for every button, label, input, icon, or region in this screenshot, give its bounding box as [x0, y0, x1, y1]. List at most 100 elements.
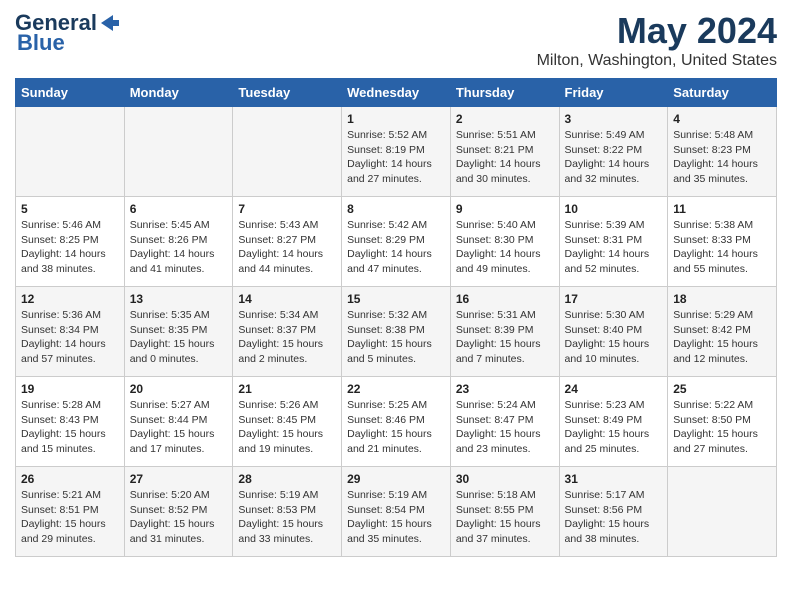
day-number: 31 [565, 472, 663, 486]
day-info: Sunrise: 5:42 AM Sunset: 8:29 PM Dayligh… [347, 218, 445, 277]
day-number: 2 [456, 112, 554, 126]
day-number: 19 [21, 382, 119, 396]
day-number: 14 [238, 292, 336, 306]
calendar-cell: 11 Sunrise: 5:38 AM Sunset: 8:33 PM Dayli… [668, 197, 777, 287]
day-info: Sunrise: 5:25 AM Sunset: 8:46 PM Dayligh… [347, 398, 445, 457]
weekday-header-sunday: Sunday [16, 79, 125, 107]
day-info: Sunrise: 5:36 AM Sunset: 8:34 PM Dayligh… [21, 308, 119, 367]
calendar-cell: 6Sunrise: 5:45 AM Sunset: 8:26 PM Daylig… [124, 197, 233, 287]
day-info: Sunrise: 5:52 AM Sunset: 8:19 PM Dayligh… [347, 128, 445, 187]
calendar-week-row: 1 Sunrise: 5:52 AM Sunset: 8:19 PM Daylig… [16, 107, 777, 197]
day-info: Sunrise: 5:21 AM Sunset: 8:51 PM Dayligh… [21, 488, 119, 547]
calendar-subtitle: Milton, Washington, United States [537, 52, 777, 70]
day-number: 25 [673, 382, 771, 396]
day-info: Sunrise: 5:43 AM Sunset: 8:27 PM Dayligh… [238, 218, 336, 277]
calendar-cell [16, 107, 125, 197]
day-number: 9 [456, 202, 554, 216]
calendar-cell: 28Sunrise: 5:19 AM Sunset: 8:53 PM Dayli… [233, 467, 342, 557]
day-info: Sunrise: 5:51 AM Sunset: 8:21 PM Dayligh… [456, 128, 554, 187]
calendar-cell: 4 Sunrise: 5:48 AM Sunset: 8:23 PM Daylig… [668, 107, 777, 197]
day-number: 6 [130, 202, 228, 216]
calendar-week-row: 12 Sunrise: 5:36 AM Sunset: 8:34 PM Dayli… [16, 287, 777, 377]
calendar-cell: 31 Sunrise: 5:17 AM Sunset: 8:56 PM Dayli… [559, 467, 668, 557]
calendar-cell: 1 Sunrise: 5:52 AM Sunset: 8:19 PM Daylig… [342, 107, 451, 197]
day-info: Sunrise: 5:31 AM Sunset: 8:39 PM Dayligh… [456, 308, 554, 367]
logo: General Blue [15, 10, 121, 56]
day-number: 11 [673, 202, 771, 216]
day-number: 30 [456, 472, 554, 486]
calendar-cell: 27Sunrise: 5:20 AM Sunset: 8:52 PM Dayli… [124, 467, 233, 557]
day-info: Sunrise: 5:26 AM Sunset: 8:45 PM Dayligh… [238, 398, 336, 457]
calendar-cell: 22 Sunrise: 5:25 AM Sunset: 8:46 PM Dayli… [342, 377, 451, 467]
day-number: 12 [21, 292, 119, 306]
calendar-title: May 2024 [537, 10, 777, 52]
weekday-header-monday: Monday [124, 79, 233, 107]
day-info: Sunrise: 5:17 AM Sunset: 8:56 PM Dayligh… [565, 488, 663, 547]
page-header: General Blue May 2024 Milton, Washington… [15, 10, 777, 70]
day-number: 27 [130, 472, 228, 486]
day-number: 3 [565, 112, 663, 126]
day-info: Sunrise: 5:38 AM Sunset: 8:33 PM Dayligh… [673, 218, 771, 277]
weekday-header-saturday: Saturday [668, 79, 777, 107]
day-number: 29 [347, 472, 445, 486]
weekday-header-thursday: Thursday [450, 79, 559, 107]
day-number: 13 [130, 292, 228, 306]
calendar-cell: 9 Sunrise: 5:40 AM Sunset: 8:30 PM Daylig… [450, 197, 559, 287]
day-info: Sunrise: 5:48 AM Sunset: 8:23 PM Dayligh… [673, 128, 771, 187]
day-number: 4 [673, 112, 771, 126]
weekday-header-friday: Friday [559, 79, 668, 107]
day-number: 16 [456, 292, 554, 306]
calendar-week-row: 19Sunrise: 5:28 AM Sunset: 8:43 PM Dayli… [16, 377, 777, 467]
weekday-header-tuesday: Tuesday [233, 79, 342, 107]
day-info: Sunrise: 5:19 AM Sunset: 8:53 PM Dayligh… [238, 488, 336, 547]
day-number: 26 [21, 472, 119, 486]
logo-arrow-icon [99, 12, 121, 34]
calendar-week-row: 26 Sunrise: 5:21 AM Sunset: 8:51 PM Dayli… [16, 467, 777, 557]
day-number: 20 [130, 382, 228, 396]
calendar-cell [233, 107, 342, 197]
calendar-week-row: 5Sunrise: 5:46 AM Sunset: 8:25 PM Daylig… [16, 197, 777, 287]
day-info: Sunrise: 5:39 AM Sunset: 8:31 PM Dayligh… [565, 218, 663, 277]
day-info: Sunrise: 5:34 AM Sunset: 8:37 PM Dayligh… [238, 308, 336, 367]
calendar-cell: 13 Sunrise: 5:35 AM Sunset: 8:35 PM Dayli… [124, 287, 233, 377]
day-number: 8 [347, 202, 445, 216]
day-info: Sunrise: 5:19 AM Sunset: 8:54 PM Dayligh… [347, 488, 445, 547]
day-info: Sunrise: 5:40 AM Sunset: 8:30 PM Dayligh… [456, 218, 554, 277]
calendar-cell: 26 Sunrise: 5:21 AM Sunset: 8:51 PM Dayli… [16, 467, 125, 557]
day-number: 10 [565, 202, 663, 216]
calendar-cell: 29 Sunrise: 5:19 AM Sunset: 8:54 PM Dayli… [342, 467, 451, 557]
calendar-cell: 5Sunrise: 5:46 AM Sunset: 8:25 PM Daylig… [16, 197, 125, 287]
calendar-cell [668, 467, 777, 557]
day-info: Sunrise: 5:24 AM Sunset: 8:47 PM Dayligh… [456, 398, 554, 457]
day-number: 24 [565, 382, 663, 396]
day-info: Sunrise: 5:35 AM Sunset: 8:35 PM Dayligh… [130, 308, 228, 367]
day-number: 15 [347, 292, 445, 306]
day-info: Sunrise: 5:27 AM Sunset: 8:44 PM Dayligh… [130, 398, 228, 457]
day-info: Sunrise: 5:46 AM Sunset: 8:25 PM Dayligh… [21, 218, 119, 277]
calendar-cell: 10 Sunrise: 5:39 AM Sunset: 8:31 PM Dayli… [559, 197, 668, 287]
day-info: Sunrise: 5:32 AM Sunset: 8:38 PM Dayligh… [347, 308, 445, 367]
day-info: Sunrise: 5:18 AM Sunset: 8:55 PM Dayligh… [456, 488, 554, 547]
calendar-cell: 15 Sunrise: 5:32 AM Sunset: 8:38 PM Dayli… [342, 287, 451, 377]
weekday-header-wednesday: Wednesday [342, 79, 451, 107]
day-number: 17 [565, 292, 663, 306]
calendar-cell: 8 Sunrise: 5:42 AM Sunset: 8:29 PM Daylig… [342, 197, 451, 287]
day-number: 22 [347, 382, 445, 396]
day-number: 7 [238, 202, 336, 216]
calendar-cell: 30 Sunrise: 5:18 AM Sunset: 8:55 PM Dayli… [450, 467, 559, 557]
calendar-cell [124, 107, 233, 197]
day-info: Sunrise: 5:29 AM Sunset: 8:42 PM Dayligh… [673, 308, 771, 367]
calendar-cell: 16 Sunrise: 5:31 AM Sunset: 8:39 PM Dayli… [450, 287, 559, 377]
day-number: 1 [347, 112, 445, 126]
calendar-cell: 20 Sunrise: 5:27 AM Sunset: 8:44 PM Dayli… [124, 377, 233, 467]
calendar-cell: 7 Sunrise: 5:43 AM Sunset: 8:27 PM Daylig… [233, 197, 342, 287]
calendar-cell: 25 Sunrise: 5:22 AM Sunset: 8:50 PM Dayli… [668, 377, 777, 467]
day-info: Sunrise: 5:49 AM Sunset: 8:22 PM Dayligh… [565, 128, 663, 187]
logo-text-blue: Blue [15, 30, 65, 56]
calendar-cell: 2 Sunrise: 5:51 AM Sunset: 8:21 PM Daylig… [450, 107, 559, 197]
calendar-cell: 18Sunrise: 5:29 AM Sunset: 8:42 PM Dayli… [668, 287, 777, 377]
day-info: Sunrise: 5:23 AM Sunset: 8:49 PM Dayligh… [565, 398, 663, 457]
day-info: Sunrise: 5:22 AM Sunset: 8:50 PM Dayligh… [673, 398, 771, 457]
weekday-header-row: SundayMondayTuesdayWednesdayThursdayFrid… [16, 79, 777, 107]
calendar-table: SundayMondayTuesdayWednesdayThursdayFrid… [15, 78, 777, 557]
